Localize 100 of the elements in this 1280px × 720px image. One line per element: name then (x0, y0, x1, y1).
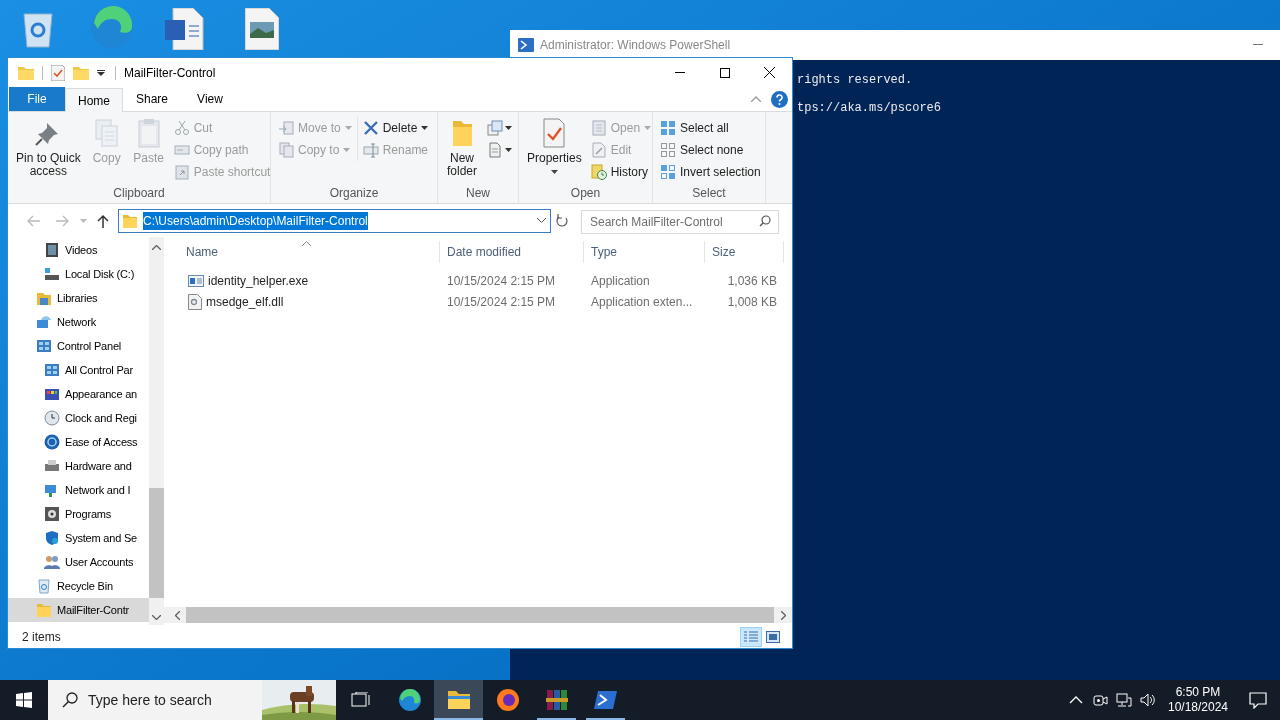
forward-arrow-icon (55, 214, 69, 227)
terminal-icon (593, 688, 618, 712)
caret-icon (550, 170, 558, 174)
properties-icon[interactable] (51, 64, 65, 81)
type-cell-text: Application (590, 272, 651, 290)
caret-icon (343, 148, 351, 152)
caret-icon (505, 148, 512, 152)
clock-time[interactable]: 6:50 PM (1175, 685, 1221, 700)
minimize-icon (674, 72, 685, 73)
rename-icon (362, 142, 379, 158)
console-line: tps://aka.ms/pscore6 (797, 101, 943, 115)
console-line: rights reserved. (797, 73, 914, 87)
scrollbar[interactable] (149, 237, 164, 625)
ribbon-tab[interactable]: Home (65, 88, 123, 112)
folder-icon (18, 65, 34, 80)
nav-item[interactable]: User Accounts (8, 550, 149, 574)
ribbon-button[interactable]: New folder (442, 117, 482, 178)
nav-item[interactable]: Appearance an (8, 382, 149, 406)
refresh-icon (556, 214, 568, 227)
nav-item[interactable]: Local Disk (C:) (8, 262, 149, 286)
window-title: MailFilter-Control (124, 64, 217, 82)
search-icon (759, 214, 771, 227)
nav-item[interactable]: Ease of Access (8, 430, 149, 454)
invert-selection-icon (660, 164, 676, 180)
network-icon (1116, 692, 1132, 708)
ribbon-button[interactable]: Pin to Quick access (12, 117, 85, 178)
group-label: New (465, 186, 491, 202)
up-arrow-icon (97, 213, 109, 228)
group-label: Clipboard (112, 186, 166, 202)
chevron-up-icon (152, 245, 161, 250)
nav-item[interactable]: MailFilter-Contr (8, 598, 149, 622)
group-label: Open (569, 186, 602, 202)
help-button[interactable] (770, 90, 788, 108)
move-icon (278, 120, 294, 136)
nav-item[interactable]: Control Panel (8, 334, 149, 358)
archive-icon (544, 688, 569, 712)
nav-item[interactable]: Videos (8, 238, 149, 262)
ribbon-tab[interactable]: Share (123, 87, 181, 111)
chevron-up-icon (751, 96, 761, 102)
ribbon-button[interactable]: Select all (657, 117, 764, 139)
nav-item[interactable]: Recycle Bin (8, 574, 149, 598)
scissors-icon (173, 120, 190, 136)
ribbon-button[interactable]: Invert selection (657, 161, 764, 183)
word-document-icon (165, 8, 205, 50)
file-name[interactable]: msedge_elf.dll (206, 292, 284, 311)
maximize-icon (719, 67, 730, 78)
clock-date[interactable]: 10/18/2024 (1167, 700, 1229, 715)
ribbon-button[interactable]: Select none (657, 139, 764, 161)
nav-item[interactable]: All Control Par (8, 358, 149, 382)
caret-icon (79, 218, 87, 223)
speaker-icon (1140, 692, 1156, 708)
nav-item[interactable]: Clock and Regi (8, 406, 149, 430)
accessibility-icon (44, 434, 60, 450)
terminal-icon (518, 37, 534, 53)
new-item-button[interactable] (484, 117, 515, 139)
back-arrow-icon (27, 214, 41, 227)
type-cell-text: Application exten... (590, 293, 694, 311)
image-file-icon (245, 8, 279, 50)
settings-file-icon (188, 293, 202, 310)
message-icon (1249, 691, 1267, 709)
taskbar-button[interactable] (434, 680, 483, 720)
column-header[interactable]: Size (705, 241, 784, 263)
film-strip-icon (44, 242, 60, 258)
large-icons-view-icon (766, 630, 780, 643)
chevron-down-icon (537, 218, 546, 223)
history-icon (590, 164, 607, 180)
file-menu-button[interactable]: File (9, 87, 65, 111)
copy-icon (278, 142, 294, 158)
column-header[interactable]: Type (584, 241, 705, 263)
size-cell-text: 1,008 KB (726, 293, 778, 311)
nav-item[interactable]: Libraries (8, 286, 149, 310)
caret-icon (505, 126, 512, 130)
column-header[interactable]: Name (164, 241, 440, 263)
printer-icon (44, 458, 60, 474)
caret-icon (421, 126, 429, 130)
nav-item[interactable]: Hardware and (8, 454, 149, 478)
recycle-bin-icon (36, 578, 52, 594)
search-box[interactable]: Type here to search (48, 680, 336, 720)
folder-icon (446, 688, 471, 712)
window-title: Administrator: Windows PowerShell (540, 37, 732, 54)
nav-item[interactable]: Programs (8, 502, 149, 526)
nav-item[interactable]: Network (8, 310, 149, 334)
close-icon (764, 67, 775, 78)
search-field[interactable]: Search MailFilter-Control (581, 209, 779, 234)
folder-icon (36, 602, 52, 618)
paste-shortcut-icon (173, 164, 190, 180)
column-header[interactable]: Date modified (440, 241, 584, 263)
ribbon-button[interactable]: Properties (523, 117, 586, 174)
file-name[interactable]: identity_helper.exe (208, 271, 309, 290)
ribbon-tab[interactable]: View (181, 87, 239, 111)
nav-item[interactable]: Network and I (8, 478, 149, 502)
browser-icon (495, 688, 520, 712)
control-panel-icon (44, 362, 60, 378)
scrollbar-thumb[interactable] (149, 488, 164, 598)
edit-icon (590, 142, 607, 158)
nav-item[interactable]: System and Se (8, 526, 149, 550)
chevron-left-icon (175, 610, 180, 620)
ribbon-button[interactable]: History (587, 161, 655, 183)
ribbon-button[interactable]: Delete (359, 117, 432, 139)
address-bar[interactable]: C:\Users\admin\Desktop\MailFilter-Control (118, 208, 551, 233)
